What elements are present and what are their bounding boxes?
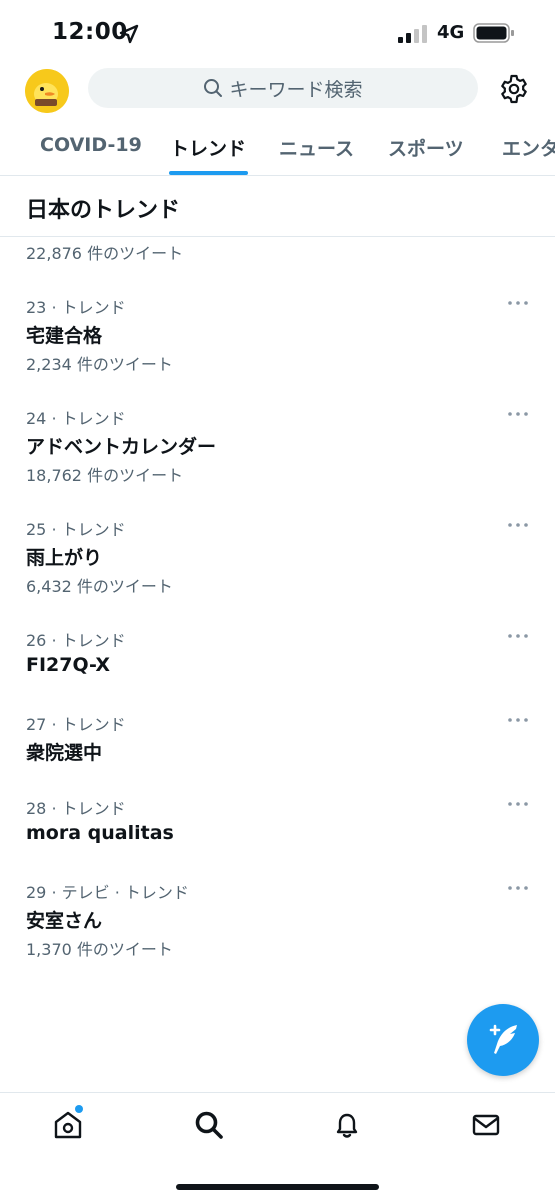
tab-sports[interactable]: スポーツ [388,134,464,161]
trend-meta: 25 · トレンド [26,520,126,539]
trend-item[interactable]: 26 · トレンド FI27Q-X [0,627,555,702]
signal-icon [398,25,427,43]
compose-tweet-icon [489,1024,517,1054]
search-input[interactable]: キーワード検索 [88,68,478,108]
explore-tabs: › COVID-19 トレンド ニュース スポーツ エンタ [0,116,555,176]
trend-tweet-count: 18,762 件のツイート [26,466,184,485]
notification-dot [75,1105,83,1113]
tab-covid19[interactable]: COVID-19 [40,134,142,156]
compose-tweet-button[interactable] [467,1004,539,1076]
more-horizontal-icon[interactable] [507,405,529,423]
trend-item[interactable]: 23 · トレンド 宅建合格 2,234 件のツイート [0,294,555,394]
trend-name: 衆院選中 [26,742,103,764]
search-icon [204,79,223,97]
trend-meta: 28 · トレンド [26,799,126,818]
trend-tweet-count: 1,370 件のツイート [26,940,173,959]
section-title: 日本のトレンド [26,198,181,223]
tab-trends[interactable]: トレンド [170,134,246,161]
tab-entertainment[interactable]: エンタ [502,134,555,161]
search-placeholder: キーワード検索 [229,78,363,101]
divider [0,236,555,237]
trend-name: FI27Q-X [26,654,110,676]
trend-meta: 27 · トレンド [26,715,126,734]
more-horizontal-icon[interactable] [507,627,529,645]
trend-item[interactable]: 29 · テレビ · トレンド 安室さん 1,370 件のツイート [0,879,555,979]
trend-name: 安室さん [26,910,103,932]
more-horizontal-icon[interactable] [507,795,529,813]
trend-item[interactable]: 27 · トレンド 衆院選中 [0,711,555,786]
mail-icon[interactable] [470,1109,502,1141]
trend-name: mora qualitas [26,822,174,844]
trend-name: アドベントカレンダー [26,436,217,458]
trend-item[interactable]: 24 · トレンド アドベントカレンダー 18,762 件のツイート [0,405,555,505]
search-icon[interactable] [193,1109,225,1141]
more-horizontal-icon[interactable] [507,879,529,897]
tab-news[interactable]: ニュース [279,134,354,161]
active-tab-indicator [169,171,248,175]
home-icon[interactable] [52,1109,84,1141]
trend-item[interactable]: 28 · トレンド mora qualitas [0,795,555,870]
trend-name: 雨上がり [26,547,103,569]
more-horizontal-icon[interactable] [507,294,529,312]
trend-meta: 29 · テレビ · トレンド [26,883,189,902]
bottom-navigation [0,1092,555,1200]
trend-meta: 23 · トレンド [26,298,126,317]
trend-tweet-count: 22,876 件のツイート [26,244,184,263]
avatar[interactable] [25,69,69,113]
more-horizontal-icon[interactable] [507,516,529,534]
trend-tweet-count: 2,234 件のツイート [26,355,173,374]
trend-tweet-count: 6,432 件のツイート [26,577,173,596]
home-indicator [176,1184,379,1190]
trend-meta: 26 · トレンド [26,631,126,650]
gear-icon[interactable] [498,73,530,105]
location-arrow-icon [119,24,139,44]
trend-meta: 24 · トレンド [26,409,126,428]
trend-name: 宅建合格 [26,325,103,347]
more-horizontal-icon[interactable] [507,711,529,729]
duck-avatar-icon [25,69,69,113]
status-time: 12:00 [52,19,128,45]
battery-icon [473,23,514,43]
network-label: 4G [437,22,465,43]
bell-icon[interactable] [331,1109,363,1141]
trend-item[interactable]: 25 · トレンド 雨上がり 6,432 件のツイート [0,516,555,616]
status-bar: 12:00 4G [0,0,555,64]
